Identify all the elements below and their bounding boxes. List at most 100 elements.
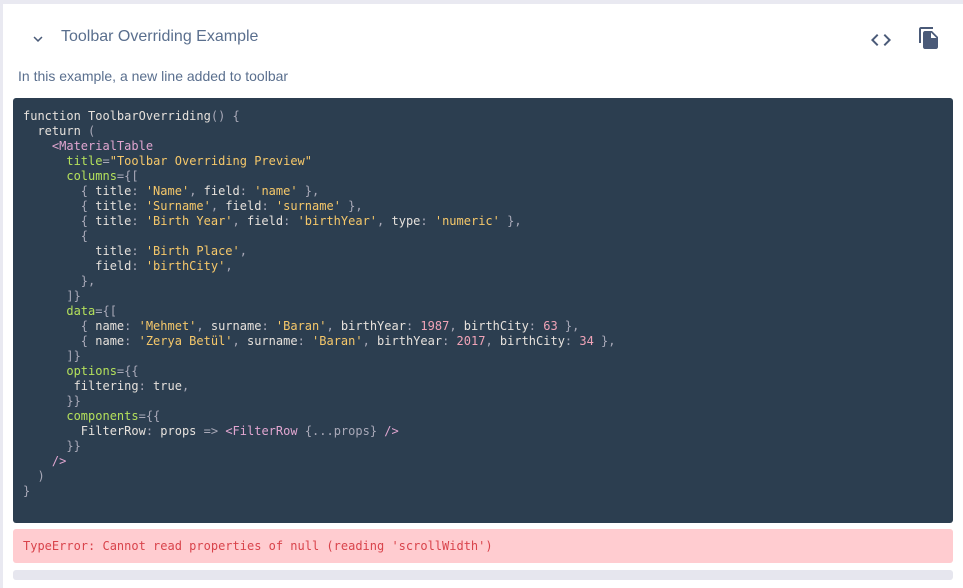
code-line: options={{ <box>23 364 943 379</box>
code-line: ) <box>23 469 943 484</box>
code-token: surname <box>246 334 298 348</box>
code-token: field <box>23 259 132 273</box>
code-line: title="Toolbar Overriding Preview" <box>23 154 943 169</box>
code-token: : <box>261 199 276 213</box>
code-token: ( <box>88 124 96 138</box>
code-token: ={[ <box>95 304 117 318</box>
code-line: { <box>23 229 943 244</box>
code-token: }, <box>499 214 522 228</box>
code-token: : <box>283 214 298 228</box>
code-token: = <box>102 154 110 168</box>
code-token: 2017 <box>456 334 486 348</box>
code-token: , <box>232 334 247 348</box>
code-token: }} <box>23 439 81 453</box>
code-line: /> <box>23 454 943 469</box>
code-token: /> <box>23 454 67 468</box>
example-title: Toolbar Overriding Example <box>61 28 259 45</box>
code-token: birthCity <box>463 319 529 333</box>
code-token: true <box>153 379 182 393</box>
code-token: , <box>232 214 247 228</box>
code-token: , <box>485 334 500 348</box>
code-token: () { <box>210 109 240 123</box>
code-token: 'Baran' <box>312 334 363 348</box>
chevron-down-icon[interactable] <box>29 30 47 48</box>
code-token: components <box>23 409 139 423</box>
code-token: , <box>225 259 233 273</box>
code-token: }, <box>297 184 320 198</box>
code-token: ={{ <box>116 364 139 378</box>
code-token: surname <box>210 319 262 333</box>
code-token: , <box>189 184 204 198</box>
code-token: type <box>391 214 421 228</box>
code-token: 'Mehmet' <box>138 319 197 333</box>
code-token: columns <box>23 169 117 183</box>
code-token: {...props} <box>304 424 385 438</box>
code-token: data <box>23 304 96 318</box>
code-token: name <box>95 334 125 348</box>
code-token: 'numeric' <box>434 214 500 228</box>
code-token: 63 <box>543 319 558 333</box>
code-line: { title: 'Name', field: 'name' }, <box>23 184 943 199</box>
code-line: title: 'Birth Place', <box>23 244 943 259</box>
example-card: Toolbar Overriding Example In this examp… <box>3 4 963 588</box>
code-token: , <box>326 319 341 333</box>
code-token: FilterRow <box>23 424 146 438</box>
code-token: 'Baran' <box>275 319 327 333</box>
code-token: options <box>23 364 117 378</box>
code-token: ToolbarOverriding <box>88 109 211 123</box>
code-line: { title: 'Birth Year', field: 'birthYear… <box>23 214 943 229</box>
code-token: ={{ <box>138 409 161 423</box>
code-editor[interactable]: function ToolbarOverriding() { return ( … <box>13 98 953 523</box>
code-token: { <box>23 319 96 333</box>
code-line: components={{ <box>23 409 943 424</box>
example-header: Toolbar Overriding Example <box>3 22 963 58</box>
code-token: ]} <box>23 349 81 363</box>
code-line: { title: 'Surname', field: 'surname' }, <box>23 199 943 214</box>
example-description: In this example, a new line added to too… <box>18 68 289 84</box>
code-token: props <box>160 424 204 438</box>
code-token: { <box>23 229 89 243</box>
code-token: : <box>131 244 146 258</box>
code-line: data={[ <box>23 304 943 319</box>
code-token: }, <box>593 334 616 348</box>
code-token: 'surname' <box>275 199 341 213</box>
code-token: title <box>23 154 103 168</box>
code-token: , <box>377 214 392 228</box>
code-token: : <box>261 319 276 333</box>
code-line: ]} <box>23 289 943 304</box>
code-token: , <box>449 319 464 333</box>
code-token: : <box>564 334 580 348</box>
code-token: : <box>420 214 435 228</box>
code-token: function <box>23 109 89 123</box>
code-line: filtering: true, <box>23 379 943 394</box>
code-token: }} <box>23 394 81 408</box>
code-token: 'Birth Place' <box>145 244 240 258</box>
code-token: birthYear <box>377 334 443 348</box>
code-token: title <box>95 214 132 228</box>
code-token: 'birthYear' <box>297 214 378 228</box>
code-token: }, <box>23 274 96 288</box>
code-token: : <box>442 334 457 348</box>
code-token: : <box>405 319 421 333</box>
code-line: ]} <box>23 349 943 364</box>
code-token: <FilterRow <box>225 424 305 438</box>
code-line: function ToolbarOverriding() { <box>23 109 943 124</box>
code-token: field <box>225 199 262 213</box>
code-icon[interactable] <box>869 28 893 52</box>
code-token: : <box>297 334 313 348</box>
code-token: : <box>138 379 154 393</box>
code-token: 34 <box>579 334 594 348</box>
code-token: title <box>95 199 132 213</box>
code-token: }, <box>557 319 580 333</box>
copy-icon[interactable] <box>917 25 941 51</box>
code-token: 'name' <box>254 184 298 198</box>
code-token: : <box>239 184 255 198</box>
code-token: birthCity <box>499 334 565 348</box>
code-token: <MaterialTable <box>23 139 154 153</box>
code-line: field: 'birthCity', <box>23 259 943 274</box>
code-token: , <box>196 319 211 333</box>
code-token: }, <box>340 199 363 213</box>
code-token: : <box>131 199 146 213</box>
code-line: { name: 'Mehmet', surname: 'Baran', birt… <box>23 319 943 334</box>
code-token: birthYear <box>340 319 406 333</box>
